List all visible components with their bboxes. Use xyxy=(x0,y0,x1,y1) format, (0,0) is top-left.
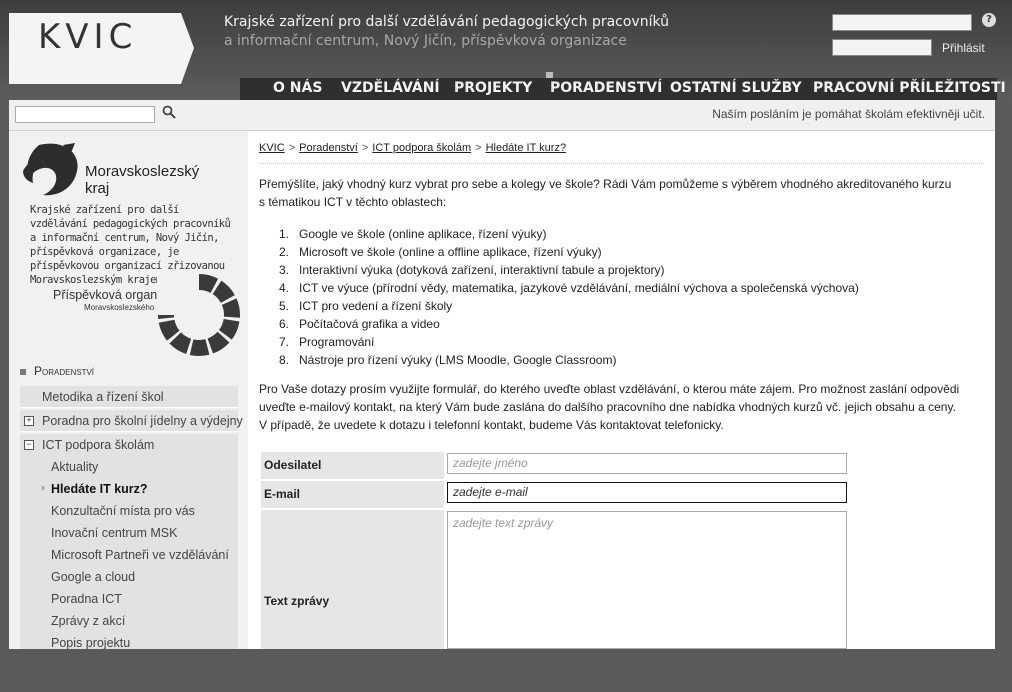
topic-text: Interaktivní výuka (dotyková zařízení, i… xyxy=(299,263,665,277)
breadcrumb-separator: > xyxy=(361,142,369,154)
list-item: 6. Počítačová grafika a video xyxy=(279,317,440,331)
nav-item-ostatni-sluzby[interactable]: OSTATNÍ SLUŽBY xyxy=(670,80,802,96)
submenu-item-zpravy-z-akci[interactable]: Zprávy z akcí xyxy=(51,614,125,628)
divider xyxy=(259,163,984,164)
submenu-item-google-cloud[interactable]: Google a cloud xyxy=(51,570,135,584)
expand-icon[interactable]: + xyxy=(24,416,34,426)
collapse-icon[interactable]: − xyxy=(24,440,34,450)
topic-text: Google ve škole (online aplikace, řízení… xyxy=(299,227,547,241)
submenu-item-popis-projektu[interactable]: Popis projektu xyxy=(51,636,130,650)
logo-text: KVIC xyxy=(38,17,138,57)
intro-text: Přemýšlíte, jaký vhodný kurz vybrat pro … xyxy=(259,175,979,211)
list-item: 4. ICT ve výuce (přírodní vědy, matematik… xyxy=(279,281,859,295)
submenu: Aktuality › Hledáte IT kurz? Konzultační… xyxy=(20,454,238,650)
nav-item-o-nas[interactable]: O NÁS xyxy=(273,80,322,96)
submenu-item-konzultacni-mista[interactable]: Konzultační místa pro vás xyxy=(51,504,195,518)
menu-item-metodika[interactable]: Metodika a řízení škol xyxy=(20,386,238,408)
breadcrumb-hledate-it-kurz[interactable]: Hledáte IT kurz? xyxy=(486,142,567,154)
intro-line-1: Přemýšlíte, jaký vhodný kurz vybrat pro … xyxy=(259,177,952,191)
region-logo-icon[interactable] xyxy=(19,141,81,199)
region-name: Moravskoslezský kraj xyxy=(85,164,199,196)
help-icon[interactable]: ? xyxy=(982,13,996,27)
message-label: Text zprávy xyxy=(261,510,444,649)
header: KVIC Krajské zařízení pro další vzdělává… xyxy=(0,0,1012,100)
page: KVIC Krajské zařízení pro další vzdělává… xyxy=(0,0,1012,650)
search-icon[interactable] xyxy=(162,105,176,119)
main-nav: O NÁS VZDĚLÁVÁNÍ PROJEKTY PORADENSTVÍ OS… xyxy=(240,78,1006,100)
list-item: 8. Nástroje pro řízení výuky (LMS Moodle,… xyxy=(279,353,617,367)
contact-text: Pro Vaše dotazy prosím využijte formulář… xyxy=(259,380,989,434)
section-title-label: Poradenství xyxy=(34,364,95,378)
menu-item-label: Poradna pro školní jídelny a výdejny xyxy=(42,414,243,428)
topic-text: Nástroje pro řízení výuky (LMS Moodle, G… xyxy=(299,353,617,367)
breadcrumb-separator: > xyxy=(475,142,482,154)
sender-input[interactable]: zadejte jméno xyxy=(447,453,847,474)
list-item: 1. Google ve škole (online aplikace, říze… xyxy=(279,227,547,241)
region-name-line-1: Moravskoslezský xyxy=(85,163,200,180)
intro-line-2: s tématikou ICT v těchto oblastech: xyxy=(259,195,447,209)
list-item: 5. ICT pro vedení a řízení školy xyxy=(279,299,453,313)
topic-text: Programování xyxy=(299,335,375,349)
email-input[interactable]: zadejte e-mail xyxy=(447,482,847,503)
submenu-item-aktuality[interactable]: Aktuality xyxy=(51,460,98,474)
nav-item-poradenstvi[interactable]: PORADENSTVÍ xyxy=(550,80,662,96)
breadcrumb: KVIC > Poradenství > ICT podpora školám > Hled… xyxy=(259,142,566,154)
topic-list: 1. Google ve škole (online aplikace, říze… xyxy=(279,225,859,369)
search-input[interactable] xyxy=(15,106,155,123)
submenu-item-inovacni-centrum[interactable]: Inovační centrum MSK xyxy=(51,526,177,540)
topic-text: Počítačová grafika a video xyxy=(299,317,440,331)
login-button[interactable]: Přihlásit xyxy=(942,41,985,55)
active-arrow-icon: › xyxy=(41,483,45,494)
password-input[interactable] xyxy=(832,39,932,56)
message-textarea[interactable]: zadejte text zprávy xyxy=(447,511,847,649)
section-bullet-icon xyxy=(20,368,26,375)
email-label: E-mail xyxy=(261,481,444,508)
menu-item-ict-podpora[interactable]: − ICT podpora školám xyxy=(20,434,238,456)
contact-line-1: Pro Vaše dotazy prosím využijte formulář… xyxy=(259,382,960,396)
subheader: Naším posláním je pomáhat školám efektiv… xyxy=(9,100,995,131)
content-area: Moravskoslezský kraj Krajské zařízení pr… xyxy=(9,131,995,650)
submenu-item-poradna-ict[interactable]: Poradna ICT xyxy=(51,592,122,606)
region-name-line-2: kraj xyxy=(85,180,110,197)
list-item: 7. Programování xyxy=(279,335,375,349)
contact-line-3: V případě, že uvedete k dotazu i telefon… xyxy=(259,418,724,432)
topic-text: Microsoft ve škole (online a offline apl… xyxy=(299,245,602,259)
contrib-ring-icon xyxy=(157,273,240,356)
section-title: Poradenství xyxy=(20,364,94,378)
list-item: 3. Interaktivní výuka (dotyková zařízení,… xyxy=(279,263,665,277)
menu-item-label: ICT podpora školám xyxy=(42,438,155,452)
list-item: 2. Microsoft ve škole (online a offline a… xyxy=(279,245,602,259)
sidebar: Moravskoslezský kraj Krajské zařízení pr… xyxy=(9,131,248,650)
breadcrumb-separator: > xyxy=(288,142,296,154)
topic-text: ICT pro vedení a řízení školy xyxy=(299,299,453,313)
nav-item-pracovni-prilezitosti[interactable]: PRACOVNÍ PŘÍLEŽITOSTI xyxy=(813,80,1006,96)
nav-item-projekty[interactable]: PROJEKTY xyxy=(454,80,532,96)
submenu-item-hledate-it-kurz[interactable]: Hledáte IT kurz? xyxy=(51,482,148,496)
org-title: Krajské zařízení pro další vzdělávání pe… xyxy=(224,14,670,30)
mission-text: Naším posláním je pomáhat školám efektiv… xyxy=(712,107,985,121)
menu-item-label: Metodika a řízení škol xyxy=(42,390,164,404)
menu-item-poradna-jidelny[interactable]: + Poradna pro školní jídelny a výdejny xyxy=(20,410,243,432)
topic-text: ICT ve výuce (přírodní vědy, matematika,… xyxy=(299,281,859,295)
breadcrumb-kvic[interactable]: KVIC xyxy=(259,142,285,154)
breadcrumb-poradenstvi[interactable]: Poradenství xyxy=(299,142,358,154)
username-input[interactable] xyxy=(832,14,972,31)
nav-item-vzdelavani[interactable]: VZDĚLÁVÁNÍ xyxy=(341,80,440,96)
org-subtitle: a informační centrum, Nový Jičín, příspě… xyxy=(224,33,627,49)
contact-line-2: uveďte e-mailový kontakt, na který Vám b… xyxy=(259,400,956,414)
submenu-item-microsoft-partneri[interactable]: Microsoft Partneři ve vzdělávání xyxy=(51,548,229,562)
sender-label: Odesilatel xyxy=(261,452,444,479)
breadcrumb-ict-podpora[interactable]: ICT podpora školám xyxy=(372,142,471,154)
